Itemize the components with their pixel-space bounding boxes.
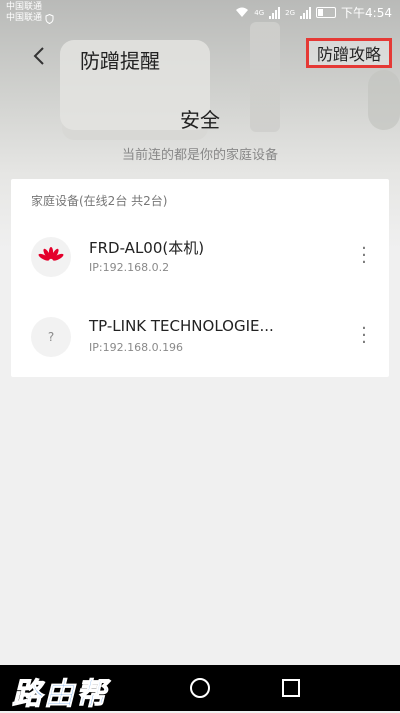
clock: 下午4:54 bbox=[341, 6, 392, 20]
recent-apps-button-icon[interactable] bbox=[282, 679, 300, 697]
signal-icon-2 bbox=[300, 6, 312, 19]
network-type-1: 4G bbox=[254, 8, 265, 17]
more-options-icon[interactable]: · · · bbox=[359, 320, 369, 352]
signal-icon-1 bbox=[269, 6, 281, 19]
system-nav-bar: 路由帮 bbox=[0, 665, 400, 713]
device-list-title: 家庭设备(在线2台 共2台) bbox=[31, 194, 168, 208]
title-bar: 防蹭提醒 防蹭攻略 bbox=[0, 36, 400, 80]
back-arrow-icon bbox=[33, 47, 44, 65]
device-avatar bbox=[31, 237, 71, 277]
device-ip: IP:192.168.0.2 bbox=[89, 261, 170, 274]
page-title: 防蹭提醒 bbox=[80, 49, 160, 73]
home-button-icon[interactable] bbox=[190, 678, 210, 698]
anti-theft-guide-button[interactable]: 防蹭攻略 bbox=[306, 38, 392, 68]
battery-icon bbox=[316, 7, 337, 18]
status-icons: 4G 2G 下午4:54 bbox=[235, 4, 392, 21]
back-button[interactable] bbox=[28, 44, 52, 68]
security-status: 安全 bbox=[180, 108, 220, 132]
watermark-logo: 路由帮 bbox=[12, 677, 108, 713]
device-row[interactable]: ? TP-LINK TECHNOLOGIE... IP:192.168.0.19… bbox=[11, 309, 389, 371]
security-subtitle: 当前连的都是你的家庭设备 bbox=[121, 148, 278, 163]
carrier-info: 中国联通 中国联通 bbox=[6, 2, 54, 24]
device-list-card: 家庭设备(在线2台 共2台) FRD-AL00(本机) IP:192.168.0… bbox=[11, 179, 389, 377]
device-name: TP-LINK TECHNOLOGIE... bbox=[89, 317, 274, 335]
device-row[interactable]: FRD-AL00(本机) IP:192.168.0.2 · · · bbox=[11, 229, 389, 291]
shield-icon bbox=[45, 13, 54, 24]
carrier-1: 中国联通 bbox=[6, 2, 43, 12]
wifi-icon bbox=[236, 7, 249, 17]
device-ip: IP:192.168.0.196 bbox=[89, 341, 184, 354]
more-options-icon[interactable]: · · · bbox=[359, 240, 369, 272]
huawei-logo-icon bbox=[38, 247, 64, 261]
device-name: FRD-AL00(本机) bbox=[89, 239, 205, 257]
carrier-2: 中国联通 bbox=[6, 13, 43, 23]
status-bar: 中国联通 中国联通 4G 2G 下午4:54 bbox=[0, 0, 400, 26]
network-type-2: 2G bbox=[285, 8, 296, 17]
unknown-device-icon: ? bbox=[31, 317, 71, 357]
